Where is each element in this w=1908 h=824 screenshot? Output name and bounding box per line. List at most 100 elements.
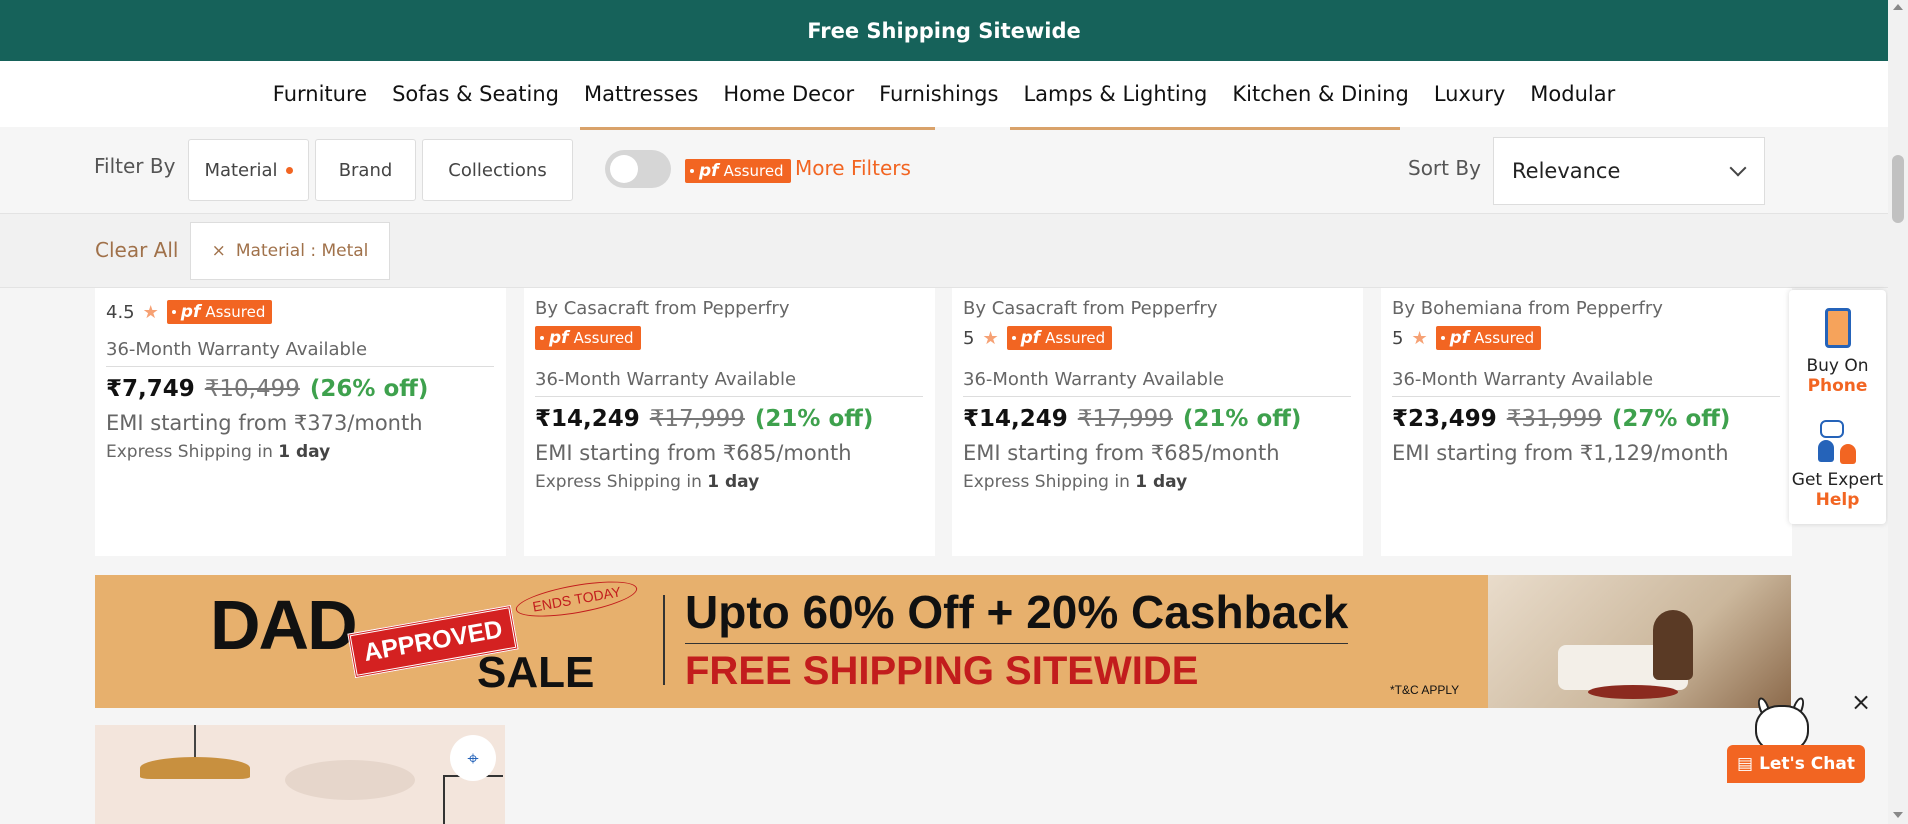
price-row: ₹14,249 ₹17,999 (21% off): [535, 406, 873, 432]
get-expert-label: Get Expert: [1791, 470, 1884, 490]
emi-text: EMI starting from ₹685/month: [963, 441, 1280, 465]
material-filter-label: Material: [204, 159, 278, 181]
warranty-text: 36-Month Warranty Available: [535, 369, 923, 397]
mrp-price: ₹10,499: [204, 376, 300, 402]
banner-sale: SALE: [477, 648, 595, 697]
discount-text: (21% off): [754, 406, 874, 432]
banner-photo: [1488, 575, 1791, 708]
star-icon: ★: [982, 327, 999, 349]
nav-item-furniture[interactable]: Furniture: [273, 82, 367, 106]
sort-value: Relevance: [1512, 159, 1621, 183]
category-nav: Furniture Sofas & Seating Mattresses Hom…: [0, 61, 1888, 127]
product-card[interactable]: By Casacraft from Pepperfry pf Assured 36…: [524, 288, 935, 556]
nav-item-mattresses[interactable]: Mattresses: [584, 82, 698, 106]
product-card[interactable]: 4.5 ★ pf Assured 36-Month Warranty Availa…: [95, 288, 506, 556]
discount-text: (26% off): [309, 376, 429, 402]
shipping-text: Express Shipping in 1 day: [963, 472, 1188, 492]
active-filter-chip[interactable]: × Material : Metal: [190, 222, 390, 280]
clear-all-link[interactable]: Clear All: [95, 238, 178, 262]
mrp-price: ₹17,999: [649, 406, 745, 432]
chat-bubble-icon: ▤: [1737, 754, 1754, 774]
banner-headline: Upto 60% Off + 20% Cashback: [685, 585, 1349, 644]
nav-item-kitchen-dining[interactable]: Kitchen & Dining: [1232, 82, 1408, 106]
brand-filter-button[interactable]: Brand: [315, 139, 416, 201]
chat-label: Let's Chat: [1759, 754, 1855, 774]
warranty-text: 36-Month Warranty Available: [963, 369, 1351, 397]
collections-filter-button[interactable]: Collections: [422, 139, 573, 201]
pf-assured-badge: pf Assured: [1435, 326, 1542, 350]
buy-on-phone-button[interactable]: Buy On Phone: [1789, 308, 1886, 396]
material-filter-button[interactable]: Material: [188, 139, 309, 201]
banner-dad: DAD: [210, 586, 358, 664]
rating-row: 4.5 ★ pf Assured: [106, 300, 273, 324]
product-brand: By Bohemiana from Pepperfry: [1392, 298, 1663, 319]
mrp-price: ₹31,999: [1506, 406, 1602, 432]
banner-tnc: *T&C APPLY: [1390, 683, 1460, 697]
rating-value: 4.5: [106, 301, 135, 323]
chevron-down-icon: [1729, 159, 1747, 177]
page-scrollbar[interactable]: [1888, 0, 1908, 824]
sale-price: ₹14,249: [963, 406, 1068, 432]
chat-close-icon[interactable]: ×: [1851, 688, 1871, 716]
assured-toggle[interactable]: [605, 150, 671, 188]
get-expert-help-button[interactable]: Get Expert Help: [1789, 420, 1886, 510]
product-brand: By Casacraft from Pepperfry: [535, 298, 790, 319]
discount-text: (27% off): [1611, 406, 1731, 432]
nav-item-luxury[interactable]: Luxury: [1434, 82, 1505, 106]
pf-assured-badge: pf Assured: [1006, 326, 1113, 350]
nav-item-furnishings[interactable]: Furnishings: [879, 82, 998, 106]
price-row: ₹7,749 ₹10,499 (26% off): [106, 376, 428, 402]
active-filter-dot: [285, 166, 293, 174]
promo-text: Free Shipping Sitewide: [807, 18, 1081, 43]
filter-by-label: Filter By: [94, 154, 176, 178]
toggle-knob: [610, 155, 638, 183]
sort-select[interactable]: Relevance: [1493, 137, 1765, 205]
promo-banner[interactable]: DAD APPROVED SALE ENDS TODAY Upto 60% Of…: [95, 575, 1791, 708]
buy-on-label: Buy On: [1806, 356, 1869, 376]
lets-chat-button[interactable]: ▤ Let's Chat: [1727, 745, 1865, 783]
discount-text: (21% off): [1182, 406, 1302, 432]
sale-price: ₹23,499: [1392, 406, 1497, 432]
nav-item-home-decor[interactable]: Home Decor: [723, 82, 854, 106]
visual-search-icon[interactable]: ⌖: [450, 735, 496, 781]
promo-topbar: Free Shipping Sitewide: [0, 0, 1888, 61]
emi-text: EMI starting from ₹685/month: [535, 441, 852, 465]
shipping-text: Express Shipping in 1 day: [106, 442, 331, 462]
nav-item-modular[interactable]: Modular: [1530, 82, 1615, 106]
banner-divider: [663, 595, 665, 685]
scrollbar-thumb[interactable]: [1892, 155, 1904, 223]
product-card[interactable]: By Bohemiana from Pepperfry 5 ★ pf Assure…: [1381, 288, 1792, 556]
emi-text: EMI starting from ₹373/month: [106, 411, 423, 435]
phone-icon: [1824, 308, 1851, 348]
collections-filter-label: Collections: [448, 159, 547, 181]
nav-item-sofas-seating[interactable]: Sofas & Seating: [392, 82, 559, 106]
help-label: Help: [1815, 490, 1860, 510]
price-row: ₹14,249 ₹17,999 (21% off): [963, 406, 1301, 432]
rating-value: 5: [963, 327, 975, 349]
product-image[interactable]: ⌖: [95, 725, 505, 824]
sale-price: ₹7,749: [106, 376, 195, 402]
nav-item-lamps-lighting[interactable]: Lamps & Lighting: [1023, 82, 1207, 106]
rating-row: 5 ★ pf Assured: [1392, 326, 1542, 350]
more-filters-link[interactable]: More Filters: [795, 156, 911, 180]
sale-price: ₹14,249: [535, 406, 640, 432]
rating-value: 5: [1392, 327, 1404, 349]
mrp-price: ₹17,999: [1077, 406, 1173, 432]
close-icon[interactable]: ×: [212, 241, 226, 261]
lamp-image: [140, 757, 250, 779]
scroll-up-icon[interactable]: [1893, 4, 1903, 10]
pf-assured-badge: pf Assured: [166, 300, 273, 324]
product-brand: By Casacraft from Pepperfry: [963, 298, 1218, 319]
product-card[interactable]: By Casacraft from Pepperfry 5 ★ pf Assure…: [952, 288, 1363, 556]
pf-assured-badge: pf Assured: [535, 326, 641, 350]
expert-help-icon: [1816, 420, 1860, 464]
sort-by-label: Sort By: [1408, 156, 1481, 180]
warranty-text: 36-Month Warranty Available: [1392, 369, 1780, 397]
phone-label: Phone: [1807, 376, 1868, 396]
pf-assured-badge: pf Assured: [685, 159, 791, 183]
brand-filter-label: Brand: [338, 159, 393, 181]
banner-ends-today: ENDS TODAY: [513, 575, 640, 624]
scroll-down-icon[interactable]: [1893, 812, 1903, 818]
shipping-text: Express Shipping in 1 day: [535, 472, 760, 492]
applied-filters-bar: Clear All × Material : Metal: [0, 214, 1888, 288]
